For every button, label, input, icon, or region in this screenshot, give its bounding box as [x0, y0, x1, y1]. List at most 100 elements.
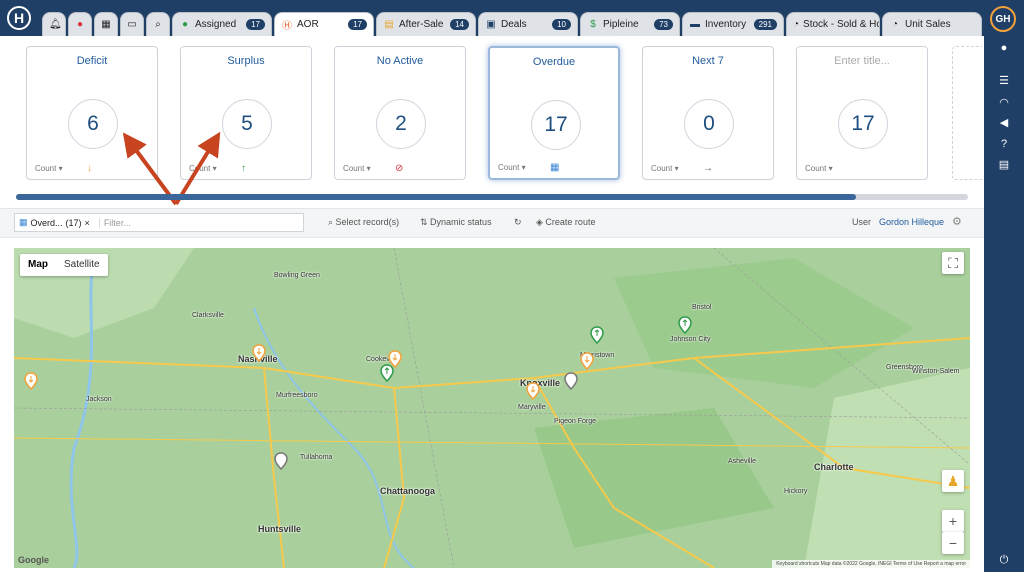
- map-marker-orange[interactable]: [580, 352, 594, 370]
- city-label: Hickory: [784, 488, 808, 495]
- dollar-icon: $: [590, 19, 596, 30]
- filter-chip[interactable]: ▦ Overd... (17) × Filter...: [14, 213, 304, 232]
- city-label: Bowling Green: [274, 272, 320, 279]
- google-logo: Google: [18, 555, 49, 565]
- gauge-icon[interactable]: ◠: [984, 96, 1024, 109]
- create-route-button[interactable]: ◈ Create route: [536, 217, 595, 228]
- megaphone-icon[interactable]: ◀: [984, 116, 1024, 129]
- fullscreen-icon[interactable]: ⛶: [942, 252, 964, 274]
- city-label: Asheville: [728, 458, 757, 465]
- dynamic-status-label: Dynamic status: [430, 217, 492, 227]
- filter-input[interactable]: Filter...: [98, 217, 131, 228]
- city-label: Chattanooga: [380, 486, 435, 496]
- annotation-arrows: [122, 131, 221, 206]
- settings-gear-icon[interactable]: ⚙: [952, 215, 962, 228]
- tab-deals[interactable]: ▣ Deals 10: [478, 12, 578, 36]
- city-label: Maryville: [518, 404, 546, 411]
- right-sidebar: GH ● ☰ ◠ ◀ ? ▤ ⏻: [984, 0, 1024, 572]
- money-bag-icon: ●: [181, 19, 189, 30]
- tab-pipeline[interactable]: $ Pipleine 73: [580, 12, 680, 36]
- city-label: Tullahoma: [300, 454, 333, 461]
- chat-icon: ▭: [127, 19, 137, 30]
- tab-unit-sales[interactable]: ◔ Unit Sales: [882, 12, 982, 36]
- map-view[interactable]: Nashville Knoxville Chattanooga Charlott…: [14, 248, 970, 568]
- tab-badge: 73: [654, 19, 673, 30]
- h-logo-icon: H: [7, 6, 31, 30]
- document-icon: ▤: [384, 19, 394, 30]
- map-type-toggle: Map Satellite: [20, 254, 108, 276]
- map-type-map[interactable]: Map: [20, 254, 56, 276]
- chip-close-icon[interactable]: ×: [85, 218, 90, 228]
- map-marker-orange[interactable]: [24, 372, 38, 390]
- tab-badge: 10: [552, 19, 571, 30]
- city-label: Clarksville: [192, 312, 224, 319]
- tab-map[interactable]: ●: [68, 12, 92, 36]
- tab-badge: 17: [246, 19, 265, 30]
- tab-label: Stock - Sold & Hc: [803, 19, 880, 30]
- city-label: Pigeon Forge: [554, 418, 597, 425]
- tab-calendar[interactable]: ▦: [94, 12, 118, 36]
- street-view-icon[interactable]: ♟: [942, 470, 964, 492]
- select-records-button[interactable]: ⌕ Select record(s): [328, 217, 399, 228]
- zoom-in-button[interactable]: +: [942, 510, 964, 532]
- power-icon[interactable]: ⏻: [984, 554, 1024, 567]
- tab-assigned[interactable]: ● Assigned 17: [172, 12, 272, 36]
- city-label: Charlotte: [814, 462, 854, 472]
- refresh-icon[interactable]: ↻: [514, 217, 522, 228]
- tab-aor[interactable]: Ⓗ AOR 17: [274, 12, 374, 36]
- map-marker-green[interactable]: [678, 316, 692, 334]
- tab-label: Unit Sales: [905, 19, 951, 30]
- cards-scrollbar[interactable]: [16, 194, 968, 200]
- calendar-icon: ▦: [101, 19, 111, 30]
- dynamic-status-button[interactable]: ⇅ Dynamic status: [420, 217, 492, 228]
- tab-badge: 17: [348, 19, 367, 30]
- city-label: Huntsville: [258, 524, 302, 534]
- tab-label: Assigned: [195, 19, 237, 30]
- map-attribution: Keyboard shortcuts Map data ©2022 Google…: [772, 560, 970, 568]
- grid-icon: ▣: [486, 19, 496, 30]
- calendar-icon: ▦: [19, 217, 28, 227]
- chip-count: (17): [65, 217, 82, 228]
- help-icon[interactable]: ?: [984, 138, 1024, 150]
- map-marker-green[interactable]: [590, 326, 604, 344]
- create-route-label: Create route: [545, 217, 596, 227]
- tab-label: After-Sale: [399, 19, 444, 30]
- gauge-icon: ◔: [793, 19, 800, 30]
- tab-label: Pipleine: [603, 19, 639, 30]
- user-label: User: [852, 217, 872, 227]
- map-marker-green[interactable]: [380, 364, 394, 382]
- gauge-icon: ◔: [891, 19, 899, 30]
- tab-chat[interactable]: ▭: [120, 12, 144, 36]
- tab-badge: 291: [753, 19, 777, 30]
- tab-inventory[interactable]: ▬ Inventory 291: [682, 12, 784, 36]
- city-label: Bristol: [692, 304, 712, 311]
- map-type-satellite[interactable]: Satellite: [56, 254, 108, 276]
- map-marker-orange[interactable]: [526, 382, 540, 400]
- user-avatar[interactable]: GH: [990, 6, 1016, 32]
- tab-search[interactable]: ⌕: [146, 12, 170, 36]
- menu-icon[interactable]: ☰: [984, 74, 1024, 87]
- app-logo[interactable]: H: [0, 0, 38, 36]
- city-label: Johnson City: [670, 336, 711, 343]
- main-content: Deficit 6 Count ▾ ↓ Surplus 5 Count ▾ ↑ …: [0, 36, 984, 572]
- search-icon: ⌕: [155, 19, 161, 30]
- map-marker-orange[interactable]: [252, 344, 266, 362]
- folder-icon: ▬: [690, 19, 700, 30]
- select-records-label: Select record(s): [335, 217, 400, 227]
- tab-notifications[interactable]: 🔔︎: [42, 12, 66, 36]
- drop-icon[interactable]: ●: [984, 42, 1024, 54]
- user-name-link[interactable]: Gordon Hilleque: [879, 217, 944, 227]
- scrollbar-thumb[interactable]: [16, 194, 856, 200]
- zoom-out-button[interactable]: −: [942, 532, 964, 554]
- tab-after-sale[interactable]: ▤ After-Sale 14: [376, 12, 476, 36]
- map-marker-gray[interactable]: [274, 452, 288, 470]
- chip-label: Overd...: [30, 217, 63, 228]
- city-label: Jackson: [86, 396, 112, 403]
- h-logo-icon: Ⓗ: [282, 21, 292, 32]
- filter-toolbar: ▦ Overd... (17) × Filter... ⌕ Select rec…: [0, 208, 984, 238]
- map-marker-gray[interactable]: [564, 372, 578, 390]
- tab-stock-sold[interactable]: ◔ Stock - Sold & Hc: [786, 12, 880, 36]
- location-pin-icon: ●: [76, 19, 84, 30]
- city-label: Winston-Salem: [912, 368, 960, 375]
- list-icon[interactable]: ▤: [984, 158, 1024, 171]
